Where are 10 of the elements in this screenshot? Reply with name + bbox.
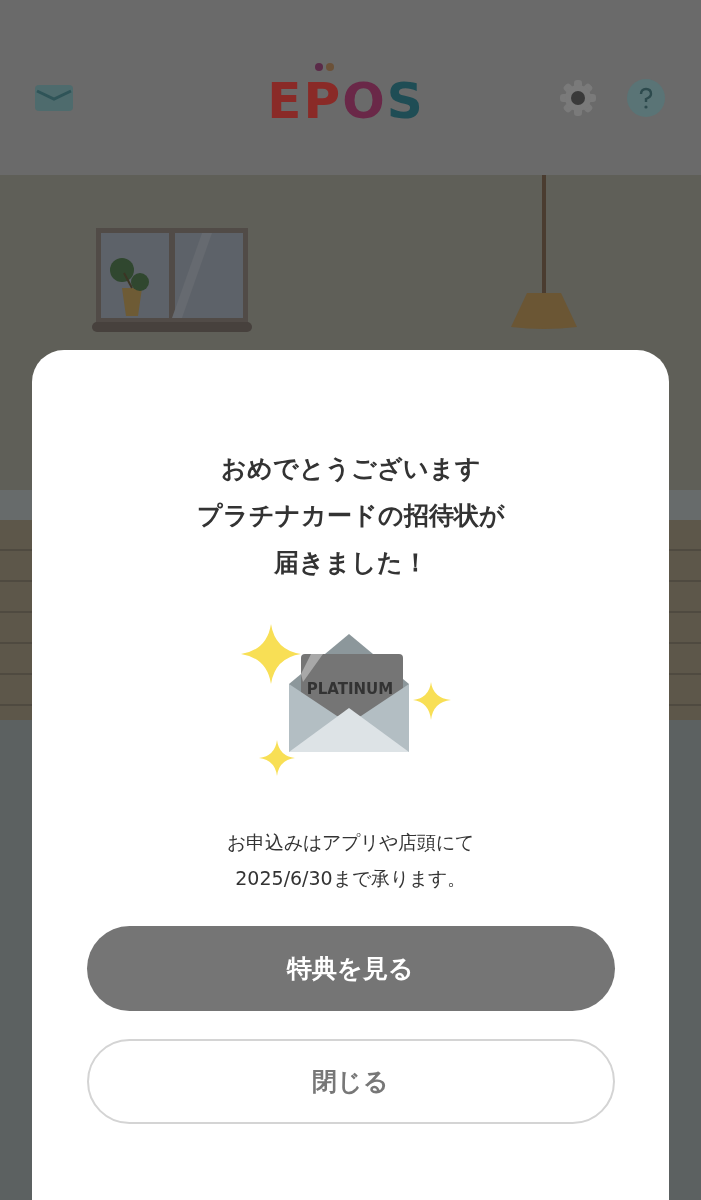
help-icon[interactable] xyxy=(627,78,665,117)
mail-icon[interactable] xyxy=(35,84,73,111)
sparkle-icon xyxy=(240,624,301,684)
view-benefits-button[interactable]: 特典を見る xyxy=(86,926,615,1011)
settings-icon[interactable] xyxy=(559,78,597,117)
dialog-title: おめでとうございます プラチナカードの招待状が 届きました！ xyxy=(196,453,505,579)
message: お申込みはアプリや店頭にて 2025/6/30まで承ります。 xyxy=(227,830,474,891)
card-label: PLATINUM xyxy=(306,680,393,698)
logo: EPOS xyxy=(267,65,425,130)
close-button[interactable]: 閉じる xyxy=(86,1039,615,1124)
